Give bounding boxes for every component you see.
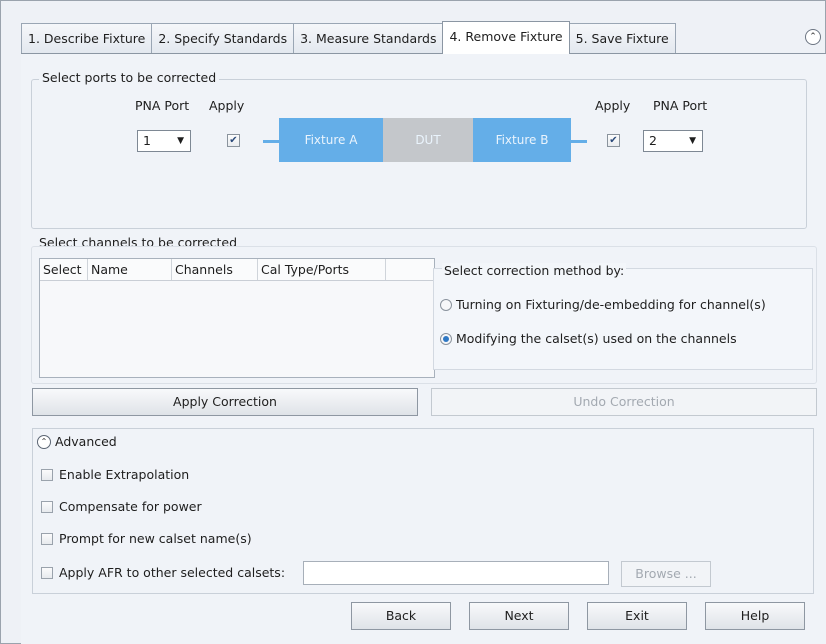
compensate-power-checkbox[interactable] — [41, 501, 53, 513]
enable-extrapolation-label[interactable]: Enable Extrapolation — [59, 467, 189, 482]
fixture-b-block: Fixture B — [473, 118, 571, 162]
help-button[interactable]: Help — [705, 602, 805, 630]
tab-specify-standards[interactable]: 2. Specify Standards — [151, 23, 295, 53]
tab-describe-fixture[interactable]: 1. Describe Fixture — [21, 23, 153, 53]
method-radio-calset[interactable] — [440, 333, 452, 345]
column-header-name[interactable]: Name — [88, 259, 172, 280]
left-port-value: 1 — [143, 133, 151, 148]
apply-correction-button[interactable]: Apply Correction — [32, 388, 418, 416]
enable-extrapolation-checkbox[interactable] — [41, 469, 53, 481]
fixture-wizard-window: 1. Describe Fixture 2. Specify Standards… — [0, 0, 826, 644]
method-option-calset-label[interactable]: Modifying the calset(s) used on the chan… — [456, 331, 737, 346]
back-button[interactable]: Back — [351, 602, 451, 630]
remove-fixture-panel: Select ports to be corrected PNA Port Ap… — [21, 53, 826, 644]
tab-save-fixture[interactable]: 5. Save Fixture — [568, 23, 676, 53]
prompt-calset-checkbox[interactable] — [41, 533, 53, 545]
method-radio-fixturing[interactable] — [440, 299, 452, 311]
advanced-group: ⌃ Advanced Enable Extrapolation Compensa… — [32, 428, 814, 594]
channels-table[interactable]: Select Name Channels Cal Type/Ports — [39, 258, 435, 378]
undo-correction-button[interactable]: Undo Correction — [431, 388, 817, 416]
right-apply-checkbox[interactable]: ✔ — [607, 134, 620, 147]
next-button[interactable]: Next — [469, 602, 569, 630]
right-port-value: 2 — [649, 133, 657, 148]
afr-calsets-input[interactable] — [303, 561, 609, 585]
caret-down-icon: ▼ — [177, 136, 184, 146]
ports-group-label: Select ports to be corrected — [39, 70, 220, 85]
column-header-empty — [386, 259, 416, 280]
left-connector-line — [263, 140, 279, 143]
advanced-label[interactable]: Advanced — [55, 434, 117, 449]
compensate-power-label[interactable]: Compensate for power — [59, 499, 202, 514]
correction-method-label: Select correction method by: — [442, 263, 627, 278]
tab-remove-fixture[interactable]: 4. Remove Fixture — [442, 21, 570, 54]
prompt-calset-label[interactable]: Prompt for new calset name(s) — [59, 531, 252, 546]
right-connector-line — [571, 140, 587, 143]
right-apply-label: Apply — [595, 98, 631, 113]
left-port-select[interactable]: 1 ▼ — [137, 130, 191, 152]
apply-afr-checkbox[interactable] — [41, 567, 53, 579]
collapse-panel-icon[interactable]: ⌃ — [805, 29, 821, 45]
correction-method-group: Select correction method by: Turning on … — [433, 263, 813, 370]
tab-measure-standards[interactable]: 3. Measure Standards — [293, 23, 444, 53]
column-header-select[interactable]: Select — [40, 259, 88, 280]
dut-block: DUT — [383, 118, 473, 162]
browse-button[interactable]: Browse ... — [621, 561, 711, 587]
exit-button[interactable]: Exit — [587, 602, 687, 630]
collapse-advanced-icon[interactable]: ⌃ — [37, 435, 51, 449]
left-pna-port-label: PNA Port — [135, 98, 190, 113]
column-header-channels[interactable]: Channels — [172, 259, 258, 280]
apply-afr-label[interactable]: Apply AFR to other selected calsets: — [59, 565, 285, 580]
right-port-select[interactable]: 2 ▼ — [643, 130, 703, 152]
column-header-cal-type-ports[interactable]: Cal Type/Ports — [258, 259, 386, 280]
left-apply-checkbox[interactable]: ✔ — [227, 134, 240, 147]
tab-strip: 1. Describe Fixture 2. Specify Standards… — [21, 21, 676, 54]
table-header: Select Name Channels Cal Type/Ports — [40, 259, 434, 281]
left-apply-label: Apply — [209, 98, 245, 113]
method-option-fixturing-label[interactable]: Turning on Fixturing/de-embedding for ch… — [456, 297, 766, 312]
fixture-a-block: Fixture A — [279, 118, 383, 162]
caret-down-icon: ▼ — [689, 136, 696, 146]
right-pna-port-label: PNA Port — [653, 98, 708, 113]
